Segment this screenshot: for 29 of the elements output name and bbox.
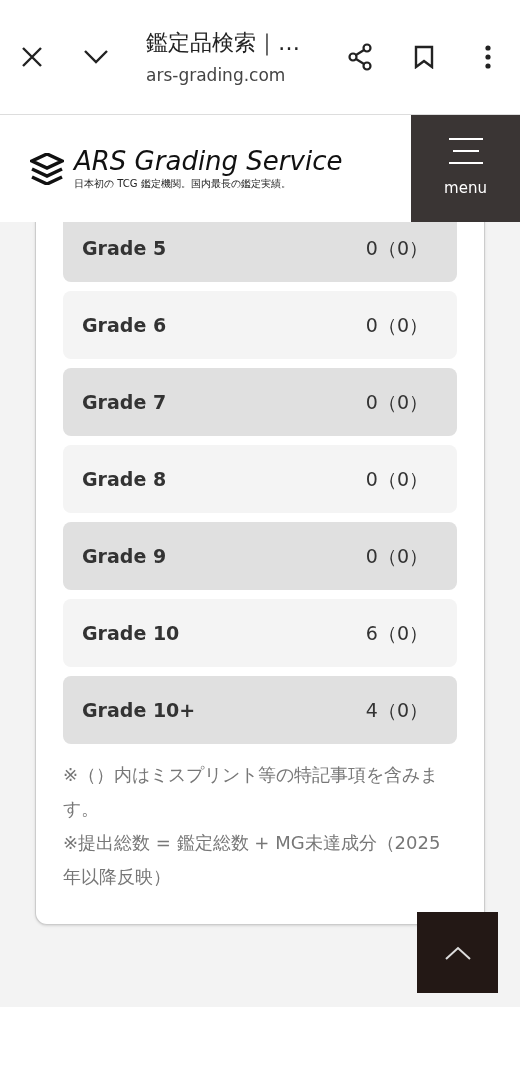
page-url: ars-grading.com [146, 63, 287, 87]
logo-icon [30, 152, 64, 185]
grade-count: 0（0） [365, 466, 429, 492]
grade-label: Grade 10 [82, 620, 180, 646]
grade-label: Grade 10+ [82, 697, 196, 723]
footnote: ※提出総数 = 鑑定総数 + MG未達成分（2025年以降反映） [63, 831, 442, 889]
grade-label: Grade 5 [82, 235, 167, 261]
chevron-up-icon [444, 945, 471, 960]
grade-count: 6（0） [365, 620, 429, 646]
grade-count: 0（0） [365, 543, 429, 569]
more-icon [484, 45, 492, 69]
grade-count: 0（0） [365, 312, 429, 338]
grade-label: Grade 6 [82, 312, 167, 338]
grade-label: Grade 9 [82, 543, 167, 569]
share-icon [347, 43, 373, 71]
grade-count: 0（0） [365, 389, 429, 415]
grade-count: 4（0） [365, 697, 429, 723]
tagline: 日本初の TCG 鑑定機関。国内最長の鑑定実績。 [74, 177, 292, 191]
bookmark-icon [414, 45, 434, 69]
grade-label: Grade 7 [82, 389, 167, 415]
menu-button[interactable]: menu [411, 115, 520, 222]
page-title: 鑑定品検索｜… [146, 28, 301, 58]
menu-icon [448, 137, 483, 166]
grade-label: Grade 8 [82, 466, 167, 492]
chevron-down-icon [84, 50, 108, 64]
grade-count: 0（0） [365, 235, 429, 261]
footnote: ※（）内はミスプリント等の特記事項を含みます。 [63, 763, 440, 821]
logo-text: ARS Grading Service [74, 146, 343, 176]
close-icon [21, 46, 43, 68]
